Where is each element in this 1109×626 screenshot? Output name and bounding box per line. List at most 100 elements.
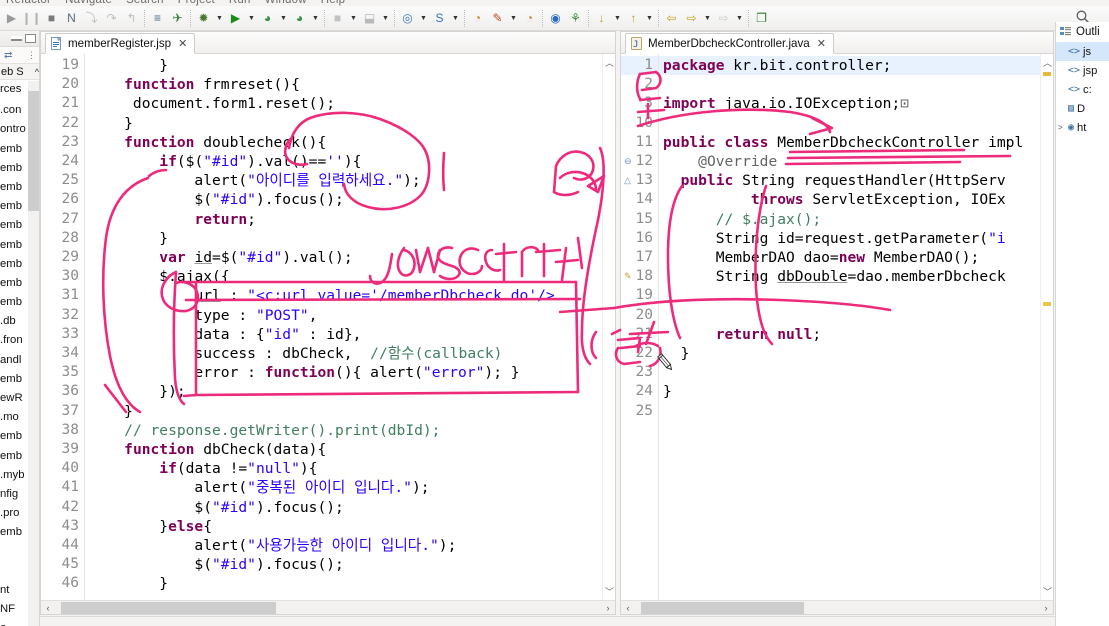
stop-icon[interactable]: ■ [42, 9, 61, 28]
gutter-marker-icon[interactable]: △ [624, 171, 631, 190]
forward-icon[interactable]: ⇨ [682, 9, 701, 28]
code-line[interactable]: function doublecheck(){ [85, 133, 615, 152]
outline-item[interactable]: <> jsp [1056, 61, 1109, 80]
code-line[interactable]: type : "POST", [85, 306, 615, 325]
outline-item[interactable]: ▨ D [1056, 99, 1109, 118]
code-line[interactable]: $("#id").focus(); [85, 555, 615, 574]
stop-server-icon[interactable]: ■ [328, 9, 347, 28]
scroll-down-icon[interactable]: ﹀ [603, 585, 616, 598]
chevron-down-icon[interactable]: ▼ [508, 9, 519, 28]
code-line[interactable]: $.ajax({ [85, 267, 615, 286]
chevron-down-icon[interactable]: ▼ [734, 9, 745, 28]
step-into-icon[interactable]: ⤵ [82, 9, 101, 28]
code-line[interactable]: } [85, 114, 615, 133]
open-folder-icon[interactable]: ◔ [468, 9, 487, 28]
chevron-down-icon[interactable]: ▼ [450, 9, 461, 28]
external-tools-icon[interactable]: ✎ [488, 9, 507, 28]
code-line[interactable] [659, 306, 1053, 325]
gutter-marker-icon[interactable]: ✎ [624, 267, 632, 286]
project-explorer-panel[interactable]: ⇄ ⋮ eb S ^ rces .con ontro emb emb emb emb emb… [0, 31, 40, 626]
expand-arrow-icon[interactable]: > [1058, 123, 1065, 132]
chevron-down-icon[interactable]: ▼ [702, 9, 713, 28]
chevron-down-icon[interactable]: ▼ [310, 9, 321, 28]
code-line[interactable]: } [85, 229, 615, 248]
code-line[interactable]: @Override [659, 152, 1053, 171]
code-line[interactable]: } [85, 574, 615, 593]
open-type-icon[interactable]: ◔ [520, 9, 539, 28]
code-line[interactable]: var id=$("#id").val(); [85, 248, 615, 267]
code-line[interactable]: alert("아이디를 입력하세요."); [85, 171, 615, 190]
overview-task-marker[interactable] [1043, 302, 1051, 306]
new-web-project-icon[interactable]: ◎ [398, 9, 417, 28]
debug-pause-icon[interactable]: ❙❙ [21, 9, 41, 28]
chevron-down-icon[interactable]: ▼ [214, 9, 225, 28]
code-line[interactable]: function dbCheck(data){ [85, 440, 615, 459]
new-window-icon[interactable]: ❐ [752, 9, 771, 28]
spring-bean-icon[interactable]: S [430, 9, 449, 28]
chevron-down-icon[interactable]: ▼ [246, 9, 257, 28]
left-editor-tabbar[interactable]: memberRegister.jsp ✕ [41, 32, 615, 54]
tab-memberregister-jsp[interactable]: memberRegister.jsp ✕ [45, 33, 196, 54]
code-line[interactable]: } [659, 344, 1053, 363]
code-line[interactable]: } [85, 402, 615, 421]
code-line[interactable]: alert("중복된 아이디 입니다."); [85, 478, 615, 497]
chevron-down-icon[interactable]: ▼ [348, 9, 359, 28]
chevron-down-icon[interactable]: ▼ [644, 9, 655, 28]
run-green-icon[interactable]: ▶ [226, 9, 245, 28]
overview-warning-marker[interactable] [1043, 72, 1051, 76]
outline-item[interactable]: <> js [1056, 42, 1109, 61]
code-line[interactable]: $("#id").focus(); [85, 190, 615, 209]
profile-icon[interactable]: ✈ [168, 9, 187, 28]
code-line[interactable]: public String requestHandler(HttpServ [659, 171, 1053, 190]
right-vertical-scrollbar[interactable]: ︿ ﹀ [1040, 54, 1053, 600]
debug-bug-icon[interactable]: ✹ [194, 9, 213, 28]
outline-tree[interactable]: <> js <> jsp <> c: ▨ D > ◉ ht [1056, 42, 1109, 137]
scroll-left-icon[interactable]: ‹ [41, 603, 55, 613]
code-line[interactable] [659, 286, 1053, 305]
chevron-down-icon[interactable]: ▼ [418, 9, 429, 28]
code-line[interactable]: import java.io.IOException;⊡ [659, 94, 1053, 113]
gutter-marker-icon[interactable]: ⊖ [624, 152, 632, 171]
link-with-editor-icon[interactable]: ⇄ [4, 50, 12, 61]
code-line[interactable]: // response.getWriter().print(dbId); [85, 421, 615, 440]
code-line[interactable]: }else{ [85, 517, 615, 536]
hscroll-thumb[interactable] [61, 601, 276, 614]
scroll-right-icon[interactable]: › [601, 603, 615, 613]
code-line[interactable]: if($("#id").val()==''){ [85, 152, 615, 171]
code-line[interactable]: function frmreset(){ [85, 75, 615, 94]
left-code-lines[interactable]: } function frmreset(){ document.form1.re… [85, 54, 615, 600]
code-line[interactable] [659, 363, 1053, 382]
code-line[interactable]: }); [85, 382, 615, 401]
scroll-up-icon[interactable]: ︿ [1041, 56, 1054, 69]
back-icon[interactable]: ⇦ [662, 9, 681, 28]
globe-browser-icon[interactable]: ◉ [546, 9, 565, 28]
scroll-right-icon[interactable]: › [1039, 603, 1053, 613]
maximize-icon[interactable] [25, 34, 36, 43]
close-icon[interactable]: ✕ [817, 37, 826, 50]
code-line[interactable]: MemberDAO dao=new MemberDAO(); [659, 248, 1053, 267]
bottom-view-tabbar[interactable] [40, 616, 1055, 626]
next-annotation-icon[interactable]: ↓ [592, 9, 611, 28]
code-line[interactable]: alert("사용가능한 아이디 입니다."); [85, 536, 615, 555]
run-config-icon[interactable]: ◕ [290, 9, 309, 28]
last-edit-icon[interactable]: ⇨ [714, 9, 733, 28]
code-line[interactable]: package kr.bit.controller; [659, 56, 1053, 75]
code-line[interactable]: return null; [659, 325, 1053, 344]
code-line[interactable]: // $.ajax(); [659, 210, 1053, 229]
code-line[interactable]: } [659, 382, 1053, 401]
code-line[interactable]: String dbDouble=dao.memberDbcheck [659, 267, 1053, 286]
previous-annotation-icon[interactable]: ↑ [624, 9, 643, 28]
code-line[interactable]: if(data !="null"){ [85, 459, 615, 478]
code-line[interactable]: $("#id").focus(); [85, 498, 615, 517]
code-line[interactable]: } [85, 56, 615, 75]
chevron-down-icon[interactable]: ▼ [612, 9, 623, 28]
code-line[interactable]: error : function(){ alert("error"); } [85, 363, 615, 382]
right-horizontal-scrollbar[interactable]: ‹ › [621, 600, 1053, 614]
code-line[interactable]: data : {"id" : id}, [85, 325, 615, 344]
minimize-icon[interactable] [11, 36, 22, 41]
hscroll-track[interactable] [635, 601, 1039, 614]
close-icon[interactable]: ✕ [178, 37, 187, 50]
left-horizontal-scrollbar[interactable]: ‹ › [41, 600, 615, 614]
chevron-down-icon[interactable]: ▼ [380, 9, 391, 28]
scroll-up-icon[interactable]: ︿ [603, 56, 616, 69]
